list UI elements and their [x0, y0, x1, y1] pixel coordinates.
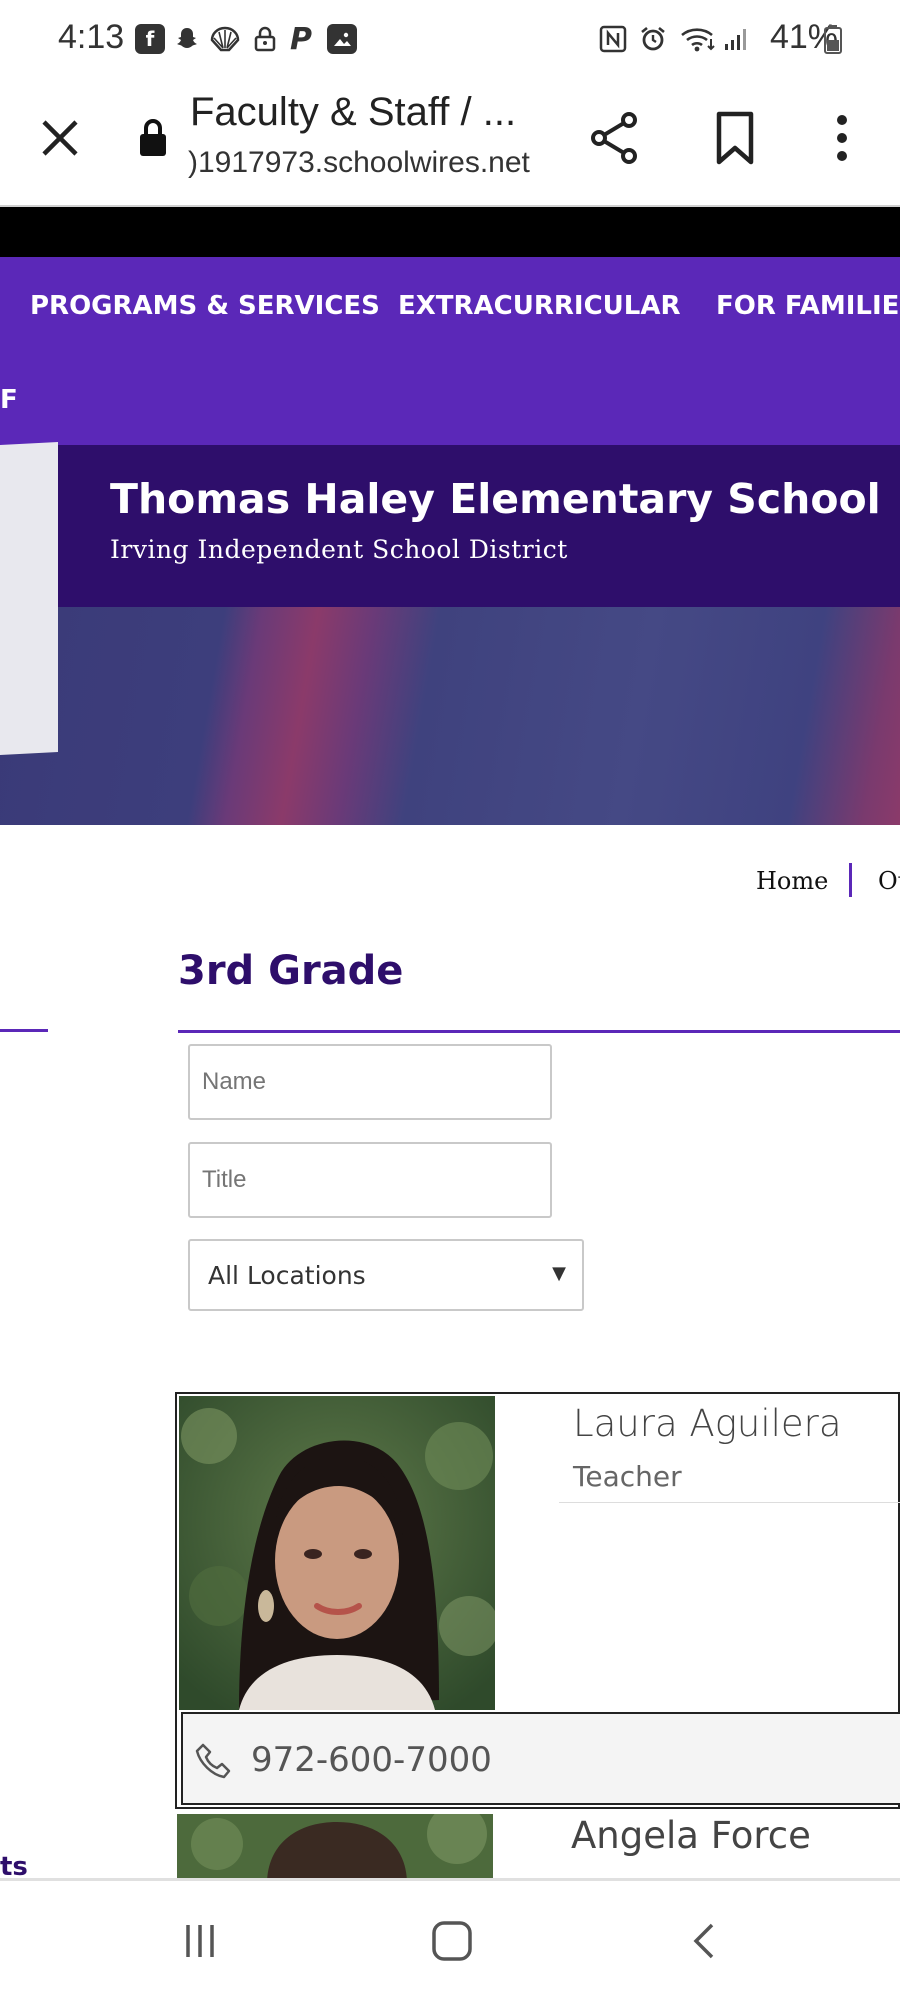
nav-extracurricular[interactable]: EXTRACURRICULAR	[398, 291, 681, 321]
sidebar-divider	[0, 1029, 48, 1032]
status-bar: 4:13 f P 41%	[0, 0, 900, 80]
battery-icon	[818, 24, 848, 54]
location-select[interactable]: All Locations ▼	[188, 1239, 584, 1311]
hero-image	[0, 607, 900, 825]
staff-photo	[179, 1396, 495, 1710]
back-icon	[693, 1923, 714, 1959]
home-icon	[432, 1921, 472, 1961]
recent-apps-button[interactable]	[170, 1911, 230, 1971]
lock-icon	[250, 24, 280, 54]
staff-name[interactable]: Angela Force	[571, 1814, 811, 1857]
snapchat-icon	[172, 24, 202, 54]
system-navigation-bar	[0, 1878, 900, 2003]
phone-icon	[195, 1743, 231, 1779]
staff-phone[interactable]: 972-600-7000	[251, 1740, 492, 1780]
staff-role-divider	[559, 1502, 900, 1503]
paypal-icon: P	[290, 21, 312, 57]
district-name: Irving Independent School District	[110, 535, 568, 564]
close-tab-button[interactable]	[30, 108, 90, 168]
breadcrumb-home[interactable]: Home	[756, 867, 828, 895]
wifi-icon	[678, 24, 718, 54]
section-title: 3rd Grade	[178, 948, 404, 994]
nfc-icon	[598, 24, 628, 54]
staff-photo	[177, 1814, 493, 1880]
close-icon	[42, 120, 78, 156]
section-divider	[178, 1030, 900, 1033]
top-strip	[0, 207, 900, 257]
nav-overflow-item[interactable]: F	[0, 385, 18, 415]
gallery-icon	[327, 24, 357, 54]
nav-for-families[interactable]: FOR FAMILIES	[716, 291, 900, 321]
alarm-icon	[638, 24, 668, 54]
staff-contact-bar: 972-600-7000	[181, 1712, 900, 1805]
breadcrumb: Home Ou	[0, 825, 900, 905]
recent-apps-icon	[186, 1925, 214, 1957]
shell-icon	[210, 24, 240, 54]
flipboard-icon: f	[135, 24, 165, 54]
page-url[interactable]: )1917973.schoolwires.net	[188, 146, 530, 180]
school-name[interactable]: Thomas Haley Elementary School	[110, 475, 881, 523]
staff-role: Teacher	[573, 1460, 682, 1493]
page-title[interactable]: Faculty & Staff / ...	[190, 90, 516, 135]
breadcrumb-next[interactable]: Ou	[878, 867, 900, 895]
school-banner: Thomas Haley Elementary School Irving In…	[0, 445, 900, 607]
name-search-input[interactable]	[188, 1044, 552, 1120]
breadcrumb-separator	[849, 863, 852, 897]
status-time: 4:13	[58, 18, 125, 56]
main-nav: PROGRAMS & SERVICES EXTRACURRICULAR FOR …	[0, 257, 900, 445]
title-search-input[interactable]	[188, 1142, 552, 1218]
dropdown-arrow-icon: ▼	[552, 1263, 566, 1284]
home-button[interactable]	[422, 1911, 482, 1971]
more-options-icon[interactable]	[812, 108, 872, 168]
staff-name[interactable]: Laura Aguilera	[573, 1402, 842, 1445]
staff-card[interactable]: Angela Force	[175, 1810, 900, 1880]
signal-icon	[722, 24, 752, 54]
logo-panel	[0, 441, 58, 755]
bookmark-icon[interactable]	[705, 108, 765, 168]
back-button[interactable]	[674, 1911, 734, 1971]
nav-programs-services[interactable]: PROGRAMS & SERVICES	[30, 291, 380, 321]
secure-lock-icon[interactable]	[138, 118, 168, 158]
share-icon[interactable]	[585, 108, 645, 168]
staff-card[interactable]: Laura Aguilera Teacher 972-600-7000	[175, 1392, 900, 1809]
location-select-value: All Locations	[208, 1261, 366, 1290]
browser-toolbar: Faculty & Staff / ... )1917973.schoolwir…	[0, 80, 900, 207]
